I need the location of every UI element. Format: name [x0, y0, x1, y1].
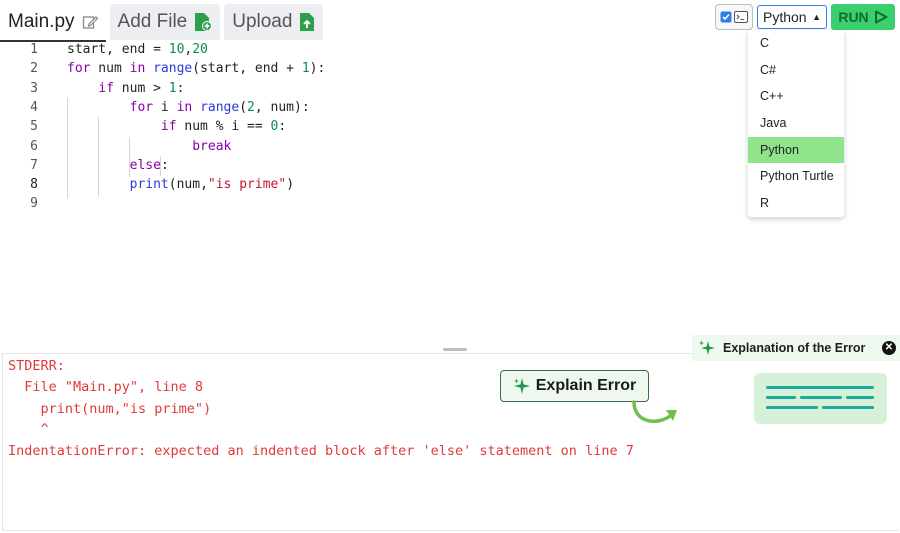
play-icon	[874, 10, 888, 24]
edit-icon[interactable]	[82, 14, 98, 30]
output-line: File "Main.py", line 8	[8, 379, 204, 395]
line-number: 5	[30, 119, 38, 135]
code-line: 4 for i in range(2, num):	[0, 98, 310, 117]
console-toggle[interactable]	[715, 4, 753, 30]
language-option-python-turtle[interactable]: Python Turtle	[748, 163, 844, 190]
sparkle-icon	[699, 340, 715, 355]
explain-error-label: Explain Error	[535, 377, 637, 394]
language-select-value: Python	[763, 9, 807, 25]
tab-label: Main.py	[8, 11, 75, 32]
text-lines-icon	[766, 386, 874, 409]
language-select[interactable]: Python ▲	[757, 5, 827, 29]
explanation-title: Explanation of the Error	[723, 341, 866, 355]
file-upload-icon	[299, 12, 315, 32]
curved-arrow-icon	[632, 400, 677, 423]
line-number: 4	[30, 99, 38, 115]
tab-label: Upload	[232, 11, 293, 32]
terminal-icon	[734, 11, 748, 23]
code-line: 9	[0, 194, 38, 213]
toolbar: Python ▲ RUN	[715, 4, 895, 30]
code-text: for num in range(start, end + 1):	[67, 61, 326, 77]
line-number: 6	[30, 138, 38, 154]
checkbox-icon	[720, 11, 732, 23]
code-line: 2 for num in range(start, end + 1):	[0, 59, 325, 78]
explanation-panel-header: Explanation of the Error ✕	[692, 335, 900, 361]
code-line: 6 break	[0, 137, 231, 156]
explain-error-button[interactable]: Explain Error	[500, 370, 649, 402]
line-number: 7	[30, 157, 38, 173]
language-option-java[interactable]: Java	[748, 110, 844, 137]
language-option-csharp[interactable]: C#	[748, 57, 844, 84]
sparkle-icon	[513, 378, 530, 394]
error-message: IndentationError: expected an indented b…	[8, 443, 634, 459]
tab-main-py[interactable]: Main.py	[0, 4, 106, 42]
output-line: STDERR:	[8, 358, 65, 374]
language-option-r[interactable]: R	[748, 190, 844, 217]
code-line: 8 print(num,"is prime")	[0, 175, 294, 194]
language-option-python[interactable]: Python	[748, 136, 844, 164]
caret-up-icon: ▲	[812, 12, 821, 22]
code-line: 3 if num > 1:	[0, 79, 184, 98]
file-add-icon	[194, 12, 213, 32]
code-text: start, end = 10,20	[67, 42, 208, 57]
code-text: if num > 1:	[98, 80, 185, 96]
output-line: print(num,"is prime")	[8, 401, 212, 417]
add-file-button[interactable]: Add File	[109, 4, 221, 40]
line-number: 9	[30, 196, 38, 212]
code-text: for i in range(2, num):	[129, 99, 310, 115]
code-line: 1 start, end = 10,20	[0, 40, 208, 59]
language-option-cpp[interactable]: C++	[748, 83, 844, 110]
line-number: 2	[30, 61, 38, 77]
code-text: break	[192, 138, 232, 154]
code-line: 5 if num % i == 0:	[0, 117, 286, 136]
language-menu: C C# C++ Java Python Python Turtle R	[748, 30, 844, 217]
line-number: 1	[30, 42, 38, 57]
code-text: else:	[129, 157, 169, 173]
line-number: 3	[30, 80, 38, 96]
line-number: 8	[30, 177, 38, 193]
tab-label: Add File	[117, 11, 188, 32]
code-line: 7 else:	[0, 156, 169, 175]
explanation-card	[754, 373, 887, 424]
language-option-c[interactable]: C	[748, 30, 844, 57]
upload-button[interactable]: Upload	[224, 4, 324, 40]
file-tabs: Main.py Add File Upload	[0, 0, 324, 42]
run-button[interactable]: RUN	[831, 4, 895, 30]
code-text: if num % i == 0:	[160, 119, 287, 135]
code-text: print(num,"is prime")	[129, 177, 295, 193]
run-label: RUN	[838, 9, 869, 25]
output-line: ^	[8, 421, 49, 437]
panel-resize-handle[interactable]	[443, 348, 467, 351]
close-icon[interactable]: ✕	[882, 341, 896, 355]
